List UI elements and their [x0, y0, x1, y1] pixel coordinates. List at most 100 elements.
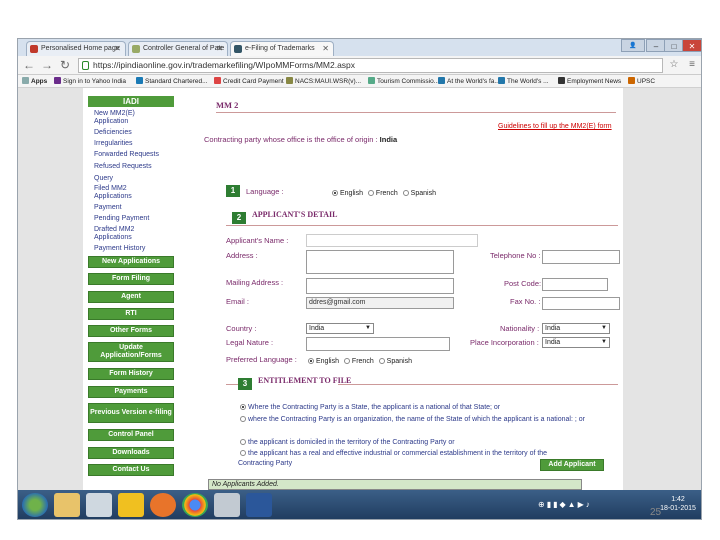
language-french-option[interactable]: French [367, 190, 398, 197]
language-spanish-option[interactable]: Spanish [402, 190, 436, 197]
clock-time: 1:42 [671, 496, 685, 503]
bookmark-apps[interactable]: Apps [22, 75, 47, 88]
country-select[interactable]: India ▼ [306, 323, 374, 334]
applicant-detail-heading: APPLICANT'S DETAIL [252, 210, 338, 219]
sidebar-link-payment[interactable]: Payment [94, 204, 122, 212]
sidebar-link-applications[interactable]: Applications [94, 193, 132, 201]
bookmark-yahoo[interactable]: Sign in to Yahoo India [54, 75, 126, 88]
rti-button[interactable]: RTI [88, 308, 174, 320]
address-input[interactable] [306, 250, 454, 274]
place-incorporation-label: Place Incorporation : [470, 338, 539, 347]
page-icon [628, 77, 635, 84]
legal-nature-input[interactable] [306, 337, 450, 351]
bookmark-nacs[interactable]: NACS:MAUI.WSR(v)... [286, 75, 361, 88]
nationality-select[interactable]: India ▼ [542, 323, 610, 334]
entitlement-option-organization[interactable]: where the Contracting Party is an organi… [240, 416, 585, 423]
email-input[interactable]: ddres@gmail.com [306, 297, 454, 309]
word-icon[interactable] [246, 493, 272, 517]
sidebar-link-irregularities[interactable]: Irregularities [94, 140, 133, 148]
web-page: IADI New MM2(E) Application Deficiencies… [18, 88, 701, 509]
bookmark-standard-chartered[interactable]: Standard Chartered... [136, 75, 208, 88]
guidelines-link[interactable]: Guidelines to fill up the MM2(E) form [498, 123, 612, 130]
clock[interactable]: 1:42 18-01-2015 [658, 495, 698, 513]
back-icon[interactable]: ← [22, 58, 36, 72]
fax-input[interactable] [542, 297, 620, 310]
control-panel-button[interactable]: Control Panel [88, 429, 174, 441]
sidebar-link-pending-payment[interactable]: Pending Payment [94, 215, 149, 223]
sidebar-link-forwarded[interactable]: Forwarded Requests [94, 151, 159, 159]
start-button[interactable] [22, 493, 48, 517]
system-tray-icons[interactable]: ⊕▮▮◆▲▶♪ [538, 500, 592, 509]
menu-icon[interactable]: ≡ [685, 58, 699, 72]
form-area: MM 2 Guidelines to fill up the MM2(E) fo… [204, 88, 622, 509]
firefox-icon[interactable] [150, 493, 176, 517]
form-history-button[interactable]: Form History [88, 368, 174, 380]
calculator-icon[interactable] [86, 493, 112, 517]
entitlement-option-domiciled[interactable]: the applicant is domiciled in the territ… [240, 439, 455, 446]
sidebar-link-new-mm2[interactable]: New MM2(E) [94, 110, 135, 118]
tab-personalised-home[interactable]: Personalised Home page ✕ [26, 41, 126, 56]
tab-efiling[interactable]: e-Filing of Trademarks ✕ [230, 41, 334, 56]
bookmark-credit-card[interactable]: Credit Card Payment [214, 75, 284, 88]
url-input[interactable]: https://ipindiaonline.gov.in/trademarkef… [78, 58, 663, 73]
sidebar-link-filed-mm2[interactable]: Filed MM2 [94, 185, 127, 193]
contact-us-button[interactable]: Contact Us [88, 464, 174, 476]
entitlement-option-establishment[interactable]: the applicant has a real and effective i… [240, 450, 547, 457]
update-application-button[interactable]: Update Application/Forms [88, 342, 174, 362]
media-icon[interactable] [118, 493, 144, 517]
bookmark-tourism[interactable]: Tourism Commissio... [368, 75, 439, 88]
bookmark-worlds[interactable]: The World's ... [498, 75, 549, 88]
agent-button[interactable]: Agent [88, 291, 174, 303]
sidebar-link-query[interactable]: Query [94, 175, 113, 183]
language-english-option[interactable]: English [332, 190, 363, 197]
telephone-input[interactable] [542, 250, 620, 264]
favicon-icon [234, 45, 242, 53]
close-icon[interactable]: ✕ [114, 42, 121, 55]
sidebar-link-application[interactable]: Application [94, 118, 128, 126]
tab-controller-general[interactable]: Controller General of Pate ✕ [128, 41, 228, 56]
other-forms-button[interactable]: Other Forms [88, 325, 174, 337]
mailing-address-input[interactable] [306, 278, 454, 294]
applicant-name-input[interactable] [306, 234, 478, 247]
sidebar-link-drafted-mm2[interactable]: Drafted MM2 [94, 226, 134, 234]
entitlement-option-state[interactable]: Where the Contracting Party is a State, … [240, 404, 500, 411]
tab-bar: Personalised Home page ✕ Controller Gener… [18, 39, 701, 56]
pref-spanish-option[interactable]: Spanish [378, 358, 412, 365]
maximize-button[interactable]: □ [664, 39, 684, 52]
sidebar-link-deficiencies[interactable]: Deficiencies [94, 129, 132, 137]
minimize-button[interactable]: – [646, 39, 666, 52]
sidebar-link-drafted-applications[interactable]: Applications [94, 234, 132, 242]
payments-button[interactable]: Payments [88, 386, 174, 398]
browser-window: Personalised Home page ✕ Controller Gener… [17, 38, 702, 520]
new-applications-button[interactable]: New Applications [88, 256, 174, 268]
sidebar-header: IADI [88, 96, 174, 107]
dropdown-arrow-icon: ▼ [601, 325, 607, 331]
address-label: Address : [226, 251, 258, 260]
sidebar-link-payment-history[interactable]: Payment History [94, 245, 145, 253]
window-close-button[interactable]: ✕ [682, 39, 701, 52]
reload-icon[interactable]: ↻ [58, 58, 72, 72]
form-filing-button[interactable]: Form Filing [88, 273, 174, 285]
bookmark-upsc[interactable]: UPSC [628, 75, 655, 88]
post-code-input[interactable] [542, 278, 608, 291]
app-icon[interactable] [214, 493, 240, 517]
bookmark-worlds-fa[interactable]: At the World's fa... [438, 75, 500, 88]
radio-selected-icon [240, 404, 246, 410]
profile-button[interactable]: 👤 [621, 39, 645, 52]
forward-icon[interactable]: → [40, 58, 54, 72]
close-icon[interactable]: ✕ [322, 42, 329, 55]
sidebar-link-refused[interactable]: Refused Requests [94, 163, 152, 171]
sidebar: IADI New MM2(E) Application Deficiencies… [88, 96, 174, 488]
clock-date: 18-01-2015 [660, 505, 696, 512]
place-incorporation-select[interactable]: India ▼ [542, 337, 610, 348]
pref-french-option[interactable]: French [343, 358, 374, 365]
star-icon[interactable]: ☆ [667, 58, 681, 72]
bookmark-employment-news[interactable]: Employment News [558, 75, 621, 88]
file-explorer-icon[interactable] [54, 493, 80, 517]
pref-english-option[interactable]: English [308, 358, 339, 365]
chrome-icon[interactable] [182, 493, 208, 517]
previous-version-button[interactable]: Previous Version e-filing [88, 403, 174, 423]
downloads-button[interactable]: Downloads [88, 447, 174, 459]
add-applicant-button[interactable]: Add Applicant [540, 459, 604, 471]
close-icon[interactable]: ✕ [216, 42, 223, 55]
